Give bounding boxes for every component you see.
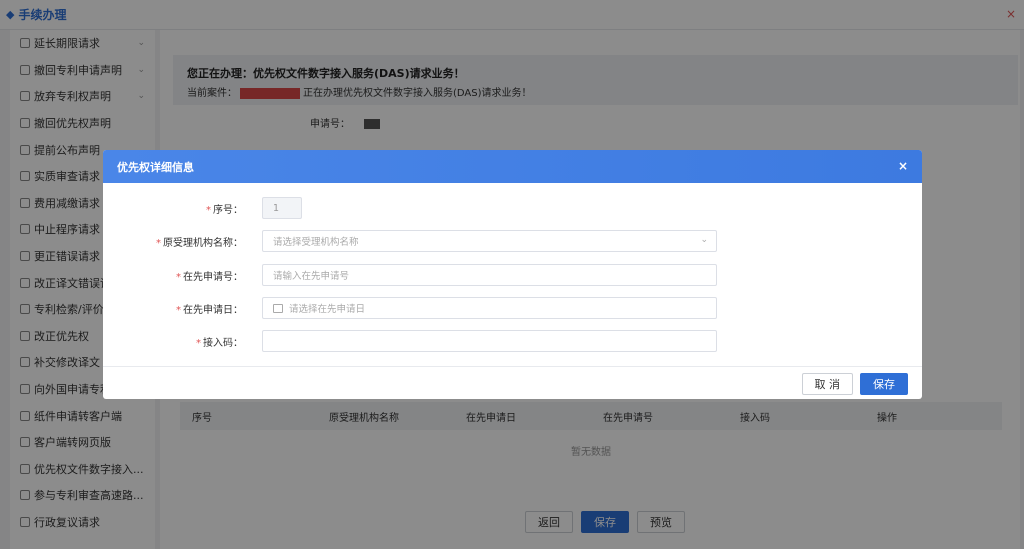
app-date-placeholder: 请选择在先申请日 (289, 304, 366, 315)
app-no-label: * 在先申请号： (176, 271, 243, 283)
office-row: * 原受理机构名称： 请选择受理机构名称 ⌄ (103, 230, 922, 252)
chevron-down-icon: ⌄ (700, 235, 708, 245)
office-select[interactable]: 请选择受理机构名称 ⌄ (262, 230, 717, 252)
dialog-title: 优先权详细信息 (117, 160, 194, 174)
dialog-header: 优先权详细信息 × (103, 150, 922, 183)
office-label: * 原受理机构名称： (156, 237, 243, 249)
app-date-input[interactable]: 请选择在先申请日 (262, 297, 717, 319)
priority-detail-dialog: 优先权详细信息 × * 序号： 1 * 原受理机构名称： 请选择受理机构名称 ⌄ *… (103, 150, 922, 399)
app-date-row: * 在先申请日： 请选择在先申请日 (103, 297, 922, 319)
access-code-row: * 接入码： (103, 330, 922, 352)
office-placeholder: 请选择受理机构名称 (273, 237, 359, 248)
app-no-input[interactable]: 请输入在先申请号 (262, 264, 717, 286)
dialog-footer: 取 消 保存 (103, 366, 922, 399)
seq-label: * 序号： (206, 204, 243, 216)
app-no-row: * 在先申请号： 请输入在先申请号 (103, 264, 922, 286)
dialog-save-button[interactable]: 保存 (860, 373, 908, 395)
seq-input: 1 (262, 197, 302, 219)
cancel-button[interactable]: 取 消 (801, 373, 853, 395)
access-code-input[interactable] (262, 330, 717, 352)
app-no-placeholder: 请输入在先申请号 (273, 271, 350, 282)
dialog-body: * 序号： 1 * 原受理机构名称： 请选择受理机构名称 ⌄ * 在先申请号： 请输入… (103, 183, 922, 366)
app-date-label: * 在先申请日： (176, 304, 243, 316)
calendar-icon (273, 303, 283, 313)
seq-row: * 序号： 1 (103, 197, 922, 219)
dialog-close-icon[interactable]: × (898, 159, 908, 173)
access-code-label: * 接入码： (196, 337, 243, 349)
